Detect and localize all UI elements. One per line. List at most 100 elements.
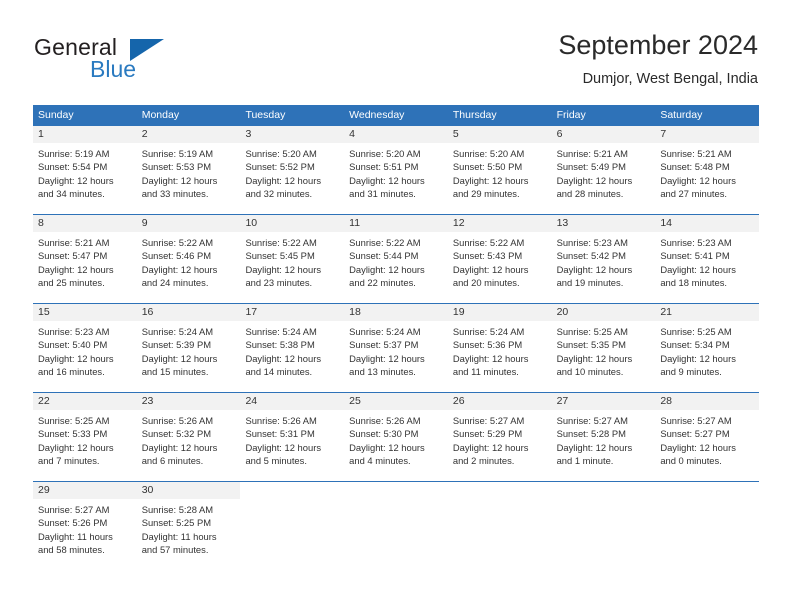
- date-number: 5: [452, 128, 459, 140]
- day-detail-line: Sunset: 5:35 PM: [556, 339, 626, 351]
- day-detail-line: Sunrise: 5:21 AM: [556, 148, 628, 159]
- day-detail-line: Sunrise: 5:26 AM: [349, 415, 421, 426]
- calendar-day-cell[interactable]: 21 Sunrise: 5:25 AM Sunset: 5:34 PM Dayligh…: [655, 304, 760, 392]
- calendar-day-cell[interactable]: 15 Sunrise: 5:23 AM Sunset: 5:40 PM Dayligh…: [33, 304, 137, 392]
- date-band: [344, 482, 448, 499]
- day-detail-line: Sunset: 5:41 PM: [660, 250, 730, 262]
- day-detail-text: Sunrise: 5:25 AM Sunset: 5:34 PM Daylight:…: [655, 321, 759, 379]
- calendar-day-cell[interactable]: 27 Sunrise: 5:27 AM Sunset: 5:28 PM Dayligh…: [551, 393, 656, 481]
- day-detail-line: Daylight: 12 hours: [660, 352, 736, 364]
- calendar-day-cell[interactable]: 17 Sunrise: 5:24 AM Sunset: 5:38 PM Dayligh…: [240, 304, 345, 392]
- day-detail-text: Sunrise: 5:22 AM Sunset: 5:45 PM Daylight:…: [240, 232, 344, 290]
- date-number: 20: [556, 306, 569, 318]
- calendar-day-cell[interactable]: 26 Sunrise: 5:27 AM Sunset: 5:29 PM Dayligh…: [447, 393, 552, 481]
- calendar-day-cell[interactable]: 30 Sunrise: 5:28 AM Sunset: 5:25 PM Dayligh…: [136, 482, 241, 571]
- calendar-week-row: 1 Sunrise: 5:19 AM Sunset: 5:54 PM Daylight…: [33, 126, 760, 215]
- date-number: 3: [245, 128, 252, 140]
- day-detail-line: Sunset: 5:37 PM: [349, 339, 419, 351]
- calendar-day-cell[interactable]: 24 Sunrise: 5:26 AM Sunset: 5:31 PM Dayligh…: [240, 393, 345, 481]
- calendar-day-cell[interactable]: 19 Sunrise: 5:24 AM Sunset: 5:36 PM Dayligh…: [447, 304, 552, 392]
- day-detail-line: Daylight: 12 hours: [245, 352, 322, 364]
- calendar-day-cell-empty: [344, 482, 448, 571]
- day-detail-line: Sunrise: 5:21 AM: [660, 148, 732, 159]
- day-detail-line: Daylight: 12 hours: [660, 441, 736, 453]
- day-detail-text: Sunrise: 5:26 AM Sunset: 5:32 PM Daylight:…: [137, 410, 241, 468]
- day-detail-text: Sunrise: 5:28 AM Sunset: 5:25 PM Daylight:…: [137, 499, 241, 557]
- title-block: September 2024 Dumjor, West Bengal, Indi…: [558, 28, 758, 90]
- date-band: 18: [344, 304, 448, 321]
- day-detail-text: Sunrise: 5:26 AM Sunset: 5:30 PM Daylight:…: [344, 410, 448, 468]
- day-detail-line: and 34 minutes.: [38, 188, 105, 200]
- day-detail-line: Sunset: 5:49 PM: [556, 161, 626, 173]
- calendar-day-cell[interactable]: 2 Sunrise: 5:19 AM Sunset: 5:53 PM Daylight…: [136, 126, 241, 214]
- day-detail-text: Sunrise: 5:23 AM Sunset: 5:41 PM Daylight:…: [655, 232, 759, 290]
- calendar-day-cell[interactable]: 18 Sunrise: 5:24 AM Sunset: 5:37 PM Dayligh…: [344, 304, 448, 392]
- day-detail-text: Sunrise: 5:25 AM Sunset: 5:33 PM Daylight:…: [33, 410, 137, 468]
- calendar-day-cell[interactable]: 16 Sunrise: 5:24 AM Sunset: 5:39 PM Dayligh…: [136, 304, 241, 392]
- calendar-day-cell[interactable]: 20 Sunrise: 5:25 AM Sunset: 5:35 PM Dayligh…: [551, 304, 656, 392]
- day-detail-line: Sunset: 5:53 PM: [141, 161, 212, 173]
- day-detail-line: Daylight: 12 hours: [38, 441, 114, 453]
- day-detail-line: and 24 minutes.: [141, 277, 209, 289]
- date-band: 1: [33, 126, 137, 143]
- calendar-day-cell[interactable]: 10 Sunrise: 5:22 AM Sunset: 5:45 PM Dayligh…: [240, 215, 345, 303]
- day-detail-line: Daylight: 12 hours: [38, 174, 114, 186]
- day-detail-line: Sunset: 5:29 PM: [452, 428, 523, 440]
- day-detail-line: Daylight: 12 hours: [452, 174, 529, 186]
- calendar-day-cell[interactable]: 5 Sunrise: 5:20 AM Sunset: 5:50 PM Daylight…: [447, 126, 552, 214]
- date-number: 25: [349, 395, 361, 407]
- day-detail-line: Sunset: 5:54 PM: [38, 161, 108, 173]
- day-detail-line: Daylight: 12 hours: [141, 263, 218, 275]
- day-detail-line: Daylight: 12 hours: [349, 352, 425, 364]
- date-number: 19: [452, 306, 465, 318]
- calendar-day-cell[interactable]: 7 Sunrise: 5:21 AM Sunset: 5:48 PM Daylight…: [655, 126, 760, 214]
- general-blue-logo[interactable]: General Blue: [34, 34, 254, 86]
- calendar-day-cell[interactable]: 25 Sunrise: 5:26 AM Sunset: 5:30 PM Dayligh…: [344, 393, 448, 481]
- calendar-day-cell[interactable]: 8 Sunrise: 5:21 AM Sunset: 5:47 PM Daylight…: [33, 215, 137, 303]
- calendar-day-cell[interactable]: 9 Sunrise: 5:22 AM Sunset: 5:46 PM Daylight…: [136, 215, 241, 303]
- day-detail-line: Sunset: 5:38 PM: [245, 339, 315, 351]
- day-detail-line: Sunset: 5:52 PM: [245, 161, 315, 173]
- calendar-day-cell[interactable]: 14 Sunrise: 5:23 AM Sunset: 5:41 PM Dayligh…: [655, 215, 760, 303]
- day-detail-line: and 15 minutes.: [141, 366, 209, 378]
- calendar-day-cell[interactable]: 4 Sunrise: 5:20 AM Sunset: 5:51 PM Daylight…: [344, 126, 448, 214]
- day-detail-line: and 28 minutes.: [556, 188, 624, 200]
- calendar-day-cell[interactable]: 12 Sunrise: 5:22 AM Sunset: 5:43 PM Dayligh…: [447, 215, 552, 303]
- day-detail-line: and 10 minutes.: [556, 366, 624, 378]
- day-detail-line: and 58 minutes.: [38, 544, 105, 556]
- weekday-header-tuesday: Tuesday: [245, 109, 286, 121]
- day-detail-line: and 9 minutes.: [660, 366, 722, 378]
- calendar-day-cell[interactable]: 28 Sunrise: 5:27 AM Sunset: 5:27 PM Dayligh…: [655, 393, 760, 481]
- calendar-day-cell[interactable]: 3 Sunrise: 5:20 AM Sunset: 5:52 PM Daylight…: [240, 126, 345, 214]
- date-band: 30: [136, 482, 241, 499]
- weekday-header-friday: Friday: [556, 109, 586, 121]
- day-detail-line: Daylight: 12 hours: [245, 441, 322, 453]
- day-detail-line: Daylight: 12 hours: [556, 441, 633, 453]
- day-detail-line: Daylight: 12 hours: [452, 441, 529, 453]
- calendar-day-cell[interactable]: 1 Sunrise: 5:19 AM Sunset: 5:54 PM Daylight…: [33, 126, 137, 214]
- calendar-day-cell[interactable]: 13 Sunrise: 5:23 AM Sunset: 5:42 PM Dayligh…: [551, 215, 656, 303]
- day-detail-line: Daylight: 12 hours: [660, 174, 736, 186]
- day-detail-line: and 25 minutes.: [38, 277, 105, 289]
- day-detail-line: Sunset: 5:40 PM: [38, 339, 108, 351]
- date-band: 23: [136, 393, 241, 410]
- calendar-day-cell[interactable]: 23 Sunrise: 5:26 AM Sunset: 5:32 PM Dayligh…: [136, 393, 241, 481]
- day-detail-line: and 22 minutes.: [349, 277, 416, 289]
- day-detail-text: Sunrise: 5:20 AM Sunset: 5:51 PM Daylight:…: [344, 143, 448, 201]
- calendar-day-cell[interactable]: 6 Sunrise: 5:21 AM Sunset: 5:49 PM Daylight…: [551, 126, 656, 214]
- day-detail-line: Sunrise: 5:28 AM: [141, 504, 214, 515]
- calendar-day-cell[interactable]: 29 Sunrise: 5:27 AM Sunset: 5:26 PM Dayligh…: [33, 482, 137, 571]
- logo-blue-text: Blue: [90, 56, 137, 82]
- calendar-day-cell[interactable]: 22 Sunrise: 5:25 AM Sunset: 5:33 PM Dayligh…: [33, 393, 137, 481]
- calendar-week-row: 22 Sunrise: 5:25 AM Sunset: 5:33 PM Dayligh…: [33, 393, 760, 482]
- day-detail-line: and 14 minutes.: [245, 366, 313, 378]
- day-detail-line: Sunset: 5:31 PM: [245, 428, 315, 440]
- day-detail-line: Sunset: 5:45 PM: [245, 250, 315, 262]
- day-detail-line: and 18 minutes.: [660, 277, 728, 289]
- date-number: 23: [141, 395, 154, 407]
- date-number: 1: [38, 128, 44, 140]
- day-detail-line: Sunset: 5:50 PM: [452, 161, 523, 173]
- date-band: [655, 482, 759, 499]
- date-band: 16: [136, 304, 241, 321]
- calendar-day-cell[interactable]: 11 Sunrise: 5:22 AM Sunset: 5:44 PM Dayligh…: [344, 215, 448, 303]
